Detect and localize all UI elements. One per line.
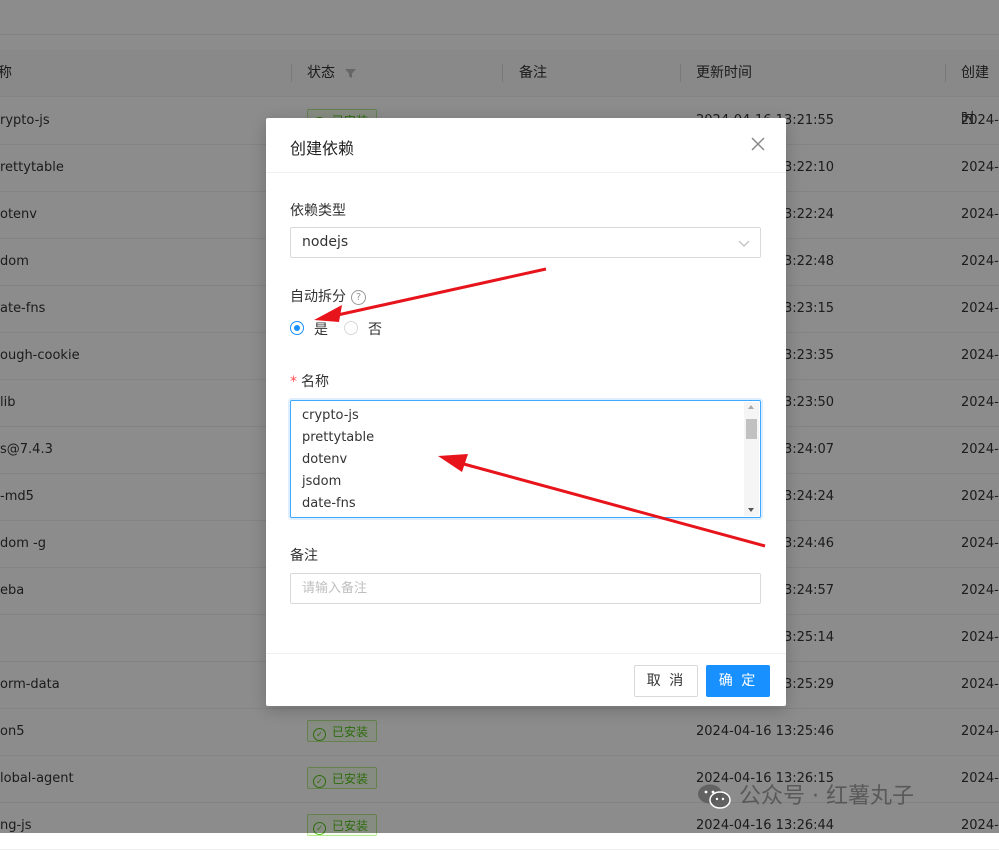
annotation-arrows xyxy=(314,267,766,548)
arrow-to-radio xyxy=(314,267,547,322)
wechat-icon xyxy=(698,784,731,809)
arrow-to-textarea xyxy=(438,454,766,548)
watermark: 公众号 · 红薯丸子 xyxy=(697,778,914,812)
watermark-text: 公众号 · 红薯丸子 xyxy=(739,784,914,809)
